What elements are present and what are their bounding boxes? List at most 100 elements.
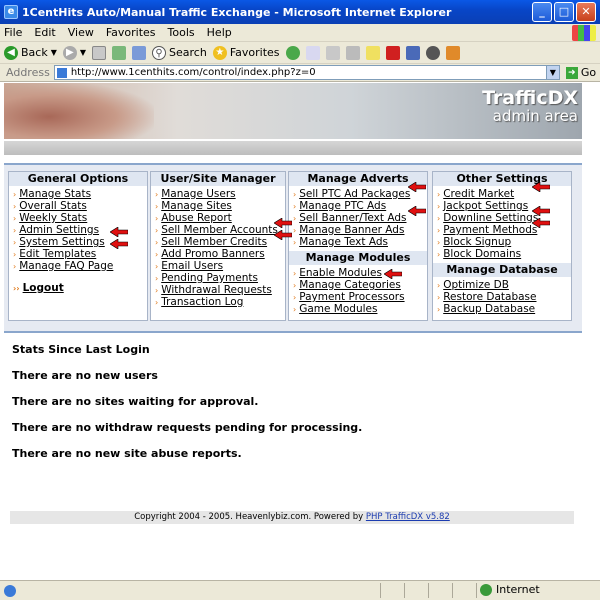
- address-url[interactable]: http://www.1centhits.com/control/index.p…: [71, 67, 316, 78]
- manage-faq-link[interactable]: Manage FAQ Page: [19, 260, 113, 272]
- menu-item[interactable]: › Jackpot Settings: [437, 200, 571, 212]
- menu-item[interactable]: › Manage Users: [155, 188, 285, 200]
- messenger-icon[interactable]: [385, 45, 400, 60]
- menu-item[interactable]: › Restore Database: [437, 291, 571, 303]
- menu-item[interactable]: › Manage Categories: [293, 279, 427, 291]
- sell-banner-text-ads-link[interactable]: Sell Banner/Text Ads: [299, 212, 406, 224]
- edit-templates-link[interactable]: Edit Templates: [19, 248, 96, 260]
- pending-payments-link[interactable]: Pending Payments: [161, 272, 258, 284]
- withdrawal-requests-link[interactable]: Withdrawal Requests: [161, 284, 272, 296]
- sell-member-accounts-link[interactable]: Sell Member Accounts: [161, 224, 278, 236]
- search-button[interactable]: ⚲ Search: [152, 45, 207, 60]
- admin-settings-link[interactable]: Admin Settings: [19, 224, 99, 236]
- close-button[interactable]: ✕: [576, 2, 596, 22]
- manage-banner-ads-link[interactable]: Manage Banner Ads: [299, 224, 404, 236]
- menu-item[interactable]: › Abuse Report: [155, 212, 285, 224]
- manage-sites-link[interactable]: Manage Sites: [161, 200, 232, 212]
- menu-item[interactable]: › Manage Text Ads: [293, 236, 427, 248]
- menu-item[interactable]: › Enable Modules: [293, 267, 427, 279]
- menu-item[interactable]: › Downline Settings: [437, 212, 571, 224]
- footer-trafficdx-link[interactable]: PHP TrafficDX v5.82: [366, 512, 450, 522]
- home-icon[interactable]: [132, 45, 147, 60]
- menu-item[interactable]: › Email Users: [155, 260, 285, 272]
- refresh-icon[interactable]: [112, 45, 127, 60]
- menu-item[interactable]: › Manage FAQ Page: [13, 260, 147, 272]
- menu-item[interactable]: › Backup Database: [437, 303, 571, 315]
- go-button[interactable]: ➜ Go: [565, 66, 596, 79]
- menu-item[interactable]: › Manage Stats: [13, 188, 147, 200]
- forward-dropdown-icon[interactable]: ▼: [80, 48, 86, 57]
- overall-stats-link[interactable]: Overall Stats: [19, 200, 87, 212]
- menu-item[interactable]: › Manage Sites: [155, 200, 285, 212]
- menu-item[interactable]: › Payment Methods: [437, 224, 571, 236]
- menu-item[interactable]: › Manage Banner Ads: [293, 224, 427, 236]
- downline-settings-link[interactable]: Downline Settings: [443, 212, 538, 224]
- menu-item[interactable]: › Game Modules: [293, 303, 427, 315]
- maximize-button[interactable]: □: [554, 2, 574, 22]
- sell-ptc-ad-packages-link[interactable]: Sell PTC Ad Packages: [299, 188, 410, 200]
- menu-item[interactable]: › Block Signup: [437, 236, 571, 248]
- email-users-link[interactable]: Email Users: [161, 260, 223, 272]
- favorites-button[interactable]: ★ Favorites: [212, 45, 280, 60]
- menu-item[interactable]: › Payment Processors: [293, 291, 427, 303]
- print-icon[interactable]: [345, 45, 360, 60]
- menu-tools[interactable]: Tools: [168, 26, 195, 39]
- menu-file[interactable]: File: [4, 26, 22, 39]
- mail-icon[interactable]: [325, 45, 340, 60]
- menu-item[interactable]: › Sell Member Credits: [155, 236, 285, 248]
- menu-item[interactable]: › Pending Payments: [155, 272, 285, 284]
- backup-database-link[interactable]: Backup Database: [443, 303, 535, 315]
- menu-item[interactable]: › Manage PTC Ads: [293, 200, 427, 212]
- payment-methods-link[interactable]: Payment Methods: [443, 224, 537, 236]
- menu-item[interactable]: › Add Promo Banners: [155, 248, 285, 260]
- add-promo-banners-link[interactable]: Add Promo Banners: [161, 248, 265, 260]
- menu-item[interactable]: › Weekly Stats: [13, 212, 147, 224]
- menu-item[interactable]: › Block Domains: [437, 248, 571, 260]
- transaction-log-link[interactable]: Transaction Log: [161, 296, 243, 308]
- menu-item[interactable]: › Credit Market: [437, 188, 571, 200]
- back-button[interactable]: ◀ Back ▼: [4, 45, 57, 60]
- menu-view[interactable]: View: [68, 26, 94, 39]
- menu-item[interactable]: › Sell Banner/Text Ads: [293, 212, 427, 224]
- block-domains-link[interactable]: Block Domains: [443, 248, 521, 260]
- payment-processors-link[interactable]: Payment Processors: [299, 291, 404, 303]
- menu-item[interactable]: › Sell PTC Ad Packages: [293, 188, 427, 200]
- menu-item[interactable]: › Withdrawal Requests: [155, 284, 285, 296]
- block-signup-link[interactable]: Block Signup: [443, 236, 511, 248]
- menu-item[interactable]: › Optimize DB: [437, 279, 571, 291]
- research-icon[interactable]: [425, 45, 440, 60]
- discuss-icon[interactable]: [405, 45, 420, 60]
- manage-stats-link[interactable]: Manage Stats: [19, 188, 91, 200]
- logout-link[interactable]: Logout: [23, 282, 64, 294]
- forward-button[interactable]: ▶ ▼: [62, 45, 86, 60]
- abuse-report-link[interactable]: Abuse Report: [161, 212, 232, 224]
- jackpot-settings-link[interactable]: Jackpot Settings: [443, 200, 528, 212]
- optimize-db-link[interactable]: Optimize DB: [443, 279, 509, 291]
- menu-edit[interactable]: Edit: [34, 26, 55, 39]
- address-field[interactable]: http://www.1centhits.com/control/index.p…: [53, 65, 560, 80]
- menu-item[interactable]: › Transaction Log: [155, 296, 285, 308]
- restore-database-link[interactable]: Restore Database: [443, 291, 536, 303]
- back-dropdown-icon[interactable]: ▼: [51, 48, 57, 57]
- enable-modules-link[interactable]: Enable Modules: [299, 267, 382, 279]
- edit-icon[interactable]: [365, 45, 380, 60]
- history-icon[interactable]: [305, 45, 320, 60]
- logout-item[interactable]: ›› Logout: [13, 282, 147, 294]
- weekly-stats-link[interactable]: Weekly Stats: [19, 212, 87, 224]
- minimize-button[interactable]: _: [532, 2, 552, 22]
- game-modules-link[interactable]: Game Modules: [299, 303, 377, 315]
- address-dropdown-icon[interactable]: ▼: [545, 66, 559, 79]
- menu-favorites[interactable]: Favorites: [106, 26, 156, 39]
- menu-help[interactable]: Help: [207, 26, 232, 39]
- credit-market-link[interactable]: Credit Market: [443, 188, 514, 200]
- stop-icon[interactable]: [92, 45, 107, 60]
- menu-item[interactable]: › Edit Templates: [13, 248, 147, 260]
- manage-users-link[interactable]: Manage Users: [161, 188, 235, 200]
- sell-member-credits-link[interactable]: Sell Member Credits: [161, 236, 267, 248]
- media-icon[interactable]: [285, 45, 300, 60]
- links-icon[interactable]: [445, 45, 460, 60]
- system-settings-link[interactable]: System Settings: [19, 236, 105, 248]
- menu-item[interactable]: › Sell Member Accounts: [155, 224, 285, 236]
- manage-text-ads-link[interactable]: Manage Text Ads: [299, 236, 388, 248]
- menu-item[interactable]: › Overall Stats: [13, 200, 147, 212]
